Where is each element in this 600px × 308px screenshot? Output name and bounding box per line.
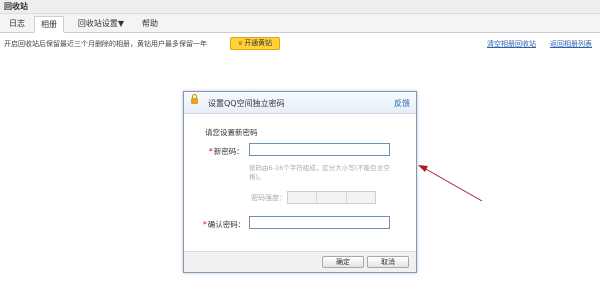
annotation-arrow bbox=[418, 165, 483, 202]
arrow-line bbox=[423, 167, 483, 202]
arrow-head bbox=[418, 165, 428, 172]
